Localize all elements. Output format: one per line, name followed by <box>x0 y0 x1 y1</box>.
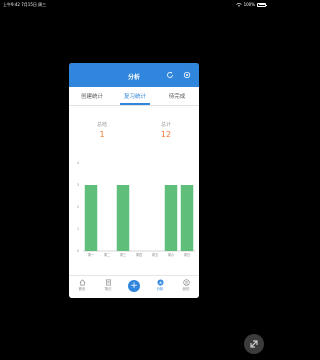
assistive-touch-button[interactable] <box>244 334 264 354</box>
analysis-icon <box>156 279 164 286</box>
stat-summary: 总结 1 <box>82 121 122 139</box>
tabbar-item-notes[interactable]: 笔记 <box>95 279 121 292</box>
stat-summary-label: 总结 <box>96 122 107 128</box>
stat-total: 总计 12 <box>146 121 186 139</box>
status-time-date: 上午9:42 7月15日 周三 <box>3 2 47 7</box>
chart-y-tick-label: 0 <box>77 249 79 253</box>
tab-bar: 创建统计 复习统计 待完成 <box>69 87 199 106</box>
chart-y-tick-label: 4 <box>77 161 79 165</box>
chart-x-tick-label: 周四 <box>136 252 142 257</box>
tabbar-label-analysis: 分析 <box>156 287 164 291</box>
plus-icon: + <box>130 281 138 291</box>
chart-bar <box>180 185 194 251</box>
tabbar-label-home: 首页 <box>78 287 86 291</box>
stat-total-value: 12 <box>160 130 172 139</box>
home-icon <box>79 279 85 286</box>
chart-y-tick-label: 2 <box>77 205 79 209</box>
stat-summary-value: 1 <box>99 130 105 139</box>
chart-x-tick-label: 周三 <box>120 252 126 257</box>
wifi-icon <box>235 2 242 7</box>
battery-icon <box>257 2 267 7</box>
app-window: 分析 创建统计 复习统计 待完成 总结 1 总计 12 0 1 2 3 4 周一 周二 周三周… <box>69 63 199 298</box>
review-bar-chart: 0 1 2 3 4 周一 周二 周三 周四 周五 周六 周日 <box>77 161 195 257</box>
gear-icon[interactable] <box>183 71 191 79</box>
expand-icon <box>250 340 258 348</box>
chart-x-tick-label: 周五 <box>152 252 159 257</box>
header-bar: 分析 <box>69 63 199 87</box>
tabbar-label-profile: 我的 <box>182 287 190 291</box>
tabbar-item-profile[interactable]: 我的 <box>173 279 199 292</box>
chart-x-tick-label: 周六 <box>168 252 175 257</box>
active-tab-indicator <box>120 103 150 105</box>
chart-x-tick-label: 周一 <box>88 252 95 257</box>
tabbar-item-home[interactable]: 首页 <box>69 279 95 292</box>
tabbar-item-analysis[interactable]: 分析 <box>147 279 173 292</box>
stat-total-label: 总计 <box>160 122 171 128</box>
tabbar-label-notes: 笔记 <box>104 287 112 291</box>
battery-percent: 100% <box>243 2 255 7</box>
chart-y-tick-label: 1 <box>77 227 79 231</box>
chart-bar <box>164 185 178 251</box>
chart-x-tick-label: 周二 <box>104 252 110 257</box>
tab-create-stats[interactable]: 创建统计 <box>72 92 112 100</box>
bottom-tabbar: 首页 笔记 + 分析 我的 <box>69 275 199 298</box>
chart-bar <box>84 185 98 251</box>
chart-y-tick-label: 3 <box>77 183 79 187</box>
profile-icon <box>182 279 190 286</box>
chart-bar <box>116 185 130 251</box>
status-indicators: 100% <box>235 2 267 7</box>
note-icon <box>105 279 111 286</box>
tab-review-stats[interactable]: 复习统计 <box>115 92 155 100</box>
status-bar: 上午9:42 7月15日 周三 100% <box>0 0 270 12</box>
add-button[interactable]: + <box>128 280 140 292</box>
chart-x-tick-label: 周日 <box>184 252 190 257</box>
refresh-icon[interactable] <box>166 71 174 79</box>
page-title: 分析 <box>127 74 140 81</box>
tab-pending[interactable]: 待完成 <box>157 92 197 100</box>
